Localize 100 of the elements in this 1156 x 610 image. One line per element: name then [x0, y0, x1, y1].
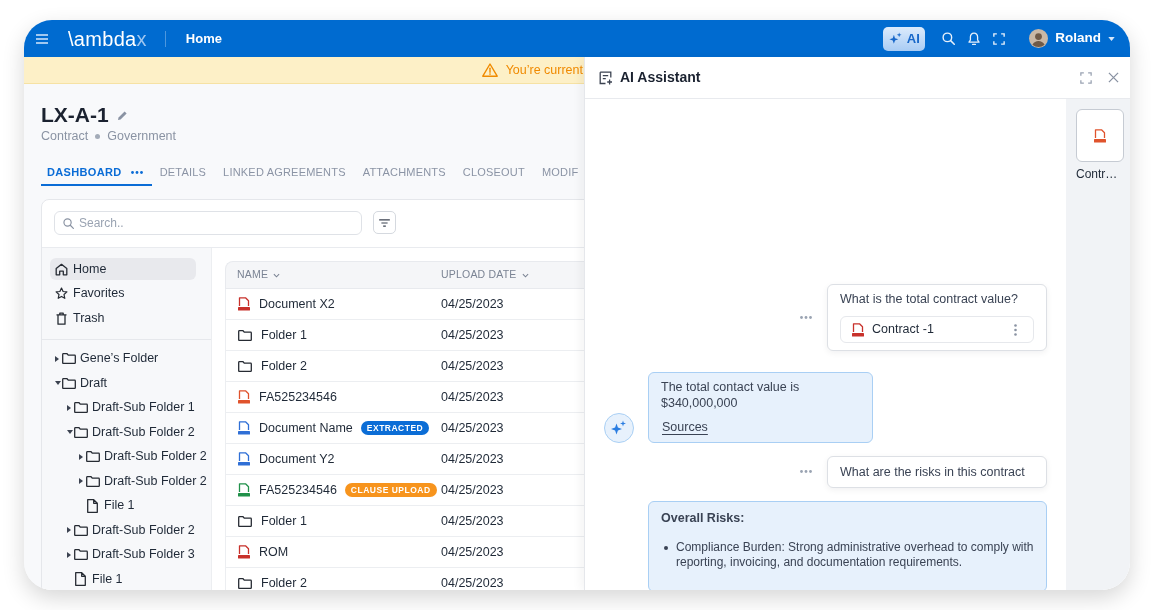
pencil-icon[interactable]: [116, 109, 128, 121]
bell-icon[interactable]: [968, 31, 981, 46]
upload-date: 04/25/2023: [441, 359, 504, 373]
user-menu[interactable]: Roland: [1029, 28, 1115, 49]
file-icon: [87, 498, 98, 513]
file-name[interactable]: Document Name: [259, 421, 353, 435]
tree-item[interactable]: File 1: [42, 567, 211, 590]
tree-item[interactable]: Gene’s Folder: [42, 346, 211, 371]
caret-right-icon[interactable]: [55, 355, 59, 362]
caret-down-icon[interactable]: [55, 381, 61, 386]
caret-right-icon[interactable]: [79, 453, 83, 460]
more-icon[interactable]: [800, 470, 812, 473]
search-icon[interactable]: [942, 32, 956, 45]
dot-icon: [95, 133, 101, 139]
status-tag: EXTRACTED: [360, 420, 430, 436]
kebab-icon[interactable]: [1014, 323, 1017, 336]
answer-text: Compliance Burden: Strong administrative overhead to comply with reporting, invoicing, and documentation requirements.: [676, 539, 1034, 571]
upload-date: 04/25/2023: [441, 297, 504, 311]
chevron-down-icon: [521, 272, 529, 278]
ai-button[interactable]: AI: [883, 26, 926, 51]
document-icon: [238, 483, 250, 497]
file-name[interactable]: Document X2: [259, 297, 335, 311]
file-name[interactable]: FA525234546: [259, 483, 337, 497]
folder-icon: [238, 515, 252, 527]
caret-right-icon[interactable]: [67, 527, 71, 534]
file-icon: [75, 572, 86, 587]
folder-icon: [86, 475, 100, 487]
file-name: Contr…: [1076, 167, 1119, 181]
caret-down-icon[interactable]: [67, 430, 73, 435]
folder-icon: [62, 377, 76, 389]
sidebar-item[interactable]: Trash: [50, 307, 196, 329]
tree-item[interactable]: Draft: [42, 371, 211, 396]
attachment-chip[interactable]: Contract -1: [840, 316, 1034, 343]
sidebar-item[interactable]: Favorites: [50, 282, 196, 305]
file-card[interactable]: [1076, 109, 1124, 162]
attachment-name: Contract -1: [872, 322, 934, 337]
folder-icon: [238, 329, 252, 341]
folder-icon: [74, 402, 88, 414]
chevron-down-icon: [273, 272, 281, 278]
more-icon[interactable]: [800, 316, 812, 319]
upload-date: 04/25/2023: [441, 483, 504, 497]
banner-text: You’re current: [505, 62, 584, 78]
menu-icon[interactable]: [36, 33, 48, 44]
folder-icon: [238, 360, 252, 372]
avatar-icon: [1029, 29, 1049, 48]
file-name[interactable]: Folder 1: [261, 328, 307, 342]
question-text: What are the risks in this contract: [840, 463, 1026, 480]
caret-right-icon[interactable]: [67, 551, 71, 558]
search-field[interactable]: Search..: [54, 211, 362, 235]
document-icon: [1094, 128, 1106, 143]
folder-icon: [74, 524, 88, 536]
sidebar-item[interactable]: Home: [50, 258, 196, 280]
upload-date: 04/25/2023: [441, 452, 504, 466]
tree-item[interactable]: Draft-Sub Folder 2: [42, 420, 211, 445]
tree-item[interactable]: Draft-Sub Folder 2: [42, 469, 211, 494]
upload-date: 04/25/2023: [441, 328, 504, 342]
column-header[interactable]: UPLOAD DATE: [430, 262, 529, 288]
folder-icon: [238, 577, 252, 589]
question-text: What is the total contract value?: [840, 291, 1019, 307]
upload-date: 04/25/2023: [441, 390, 504, 404]
folder-icon: [86, 451, 100, 463]
caret-down-icon: [1108, 36, 1115, 41]
upload-date: 04/25/2023: [441, 545, 504, 559]
filter-icon: [379, 218, 390, 227]
file-name[interactable]: Folder 2: [261, 359, 307, 373]
tree-item[interactable]: File 1: [42, 493, 211, 518]
file-name[interactable]: ROM: [259, 545, 289, 559]
tree-item[interactable]: Draft-Sub Folder 2: [42, 444, 211, 469]
upload-date: 04/25/2023: [441, 514, 504, 528]
folder-icon: [74, 549, 88, 561]
document-icon: [238, 545, 250, 559]
search-icon: [63, 218, 74, 229]
filter-button[interactable]: [373, 211, 396, 234]
document-icon: [238, 390, 250, 404]
more-icon[interactable]: [130, 170, 143, 174]
list-plus-icon[interactable]: [599, 70, 613, 85]
document-icon: [238, 452, 250, 466]
file-name[interactable]: Folder 1: [261, 514, 307, 528]
document-icon: [238, 297, 250, 311]
page-title: Home: [185, 30, 222, 47]
file-name[interactable]: FA525234546: [259, 390, 337, 404]
document-icon: [238, 421, 250, 435]
logo: \ambdax: [68, 27, 147, 50]
caret-right-icon[interactable]: [79, 478, 83, 485]
document-icon: [852, 322, 864, 337]
tree-item[interactable]: Draft-Sub Folder 1: [42, 395, 211, 420]
panel-title: AI Assistant: [620, 69, 701, 86]
answer-heading: Overall Risks:: [661, 509, 746, 526]
column-header[interactable]: NAME: [226, 262, 430, 288]
trash-icon: [55, 311, 68, 325]
close-icon[interactable]: [1108, 72, 1119, 83]
file-name[interactable]: Folder 2: [261, 576, 307, 590]
file-name[interactable]: Document Y2: [259, 452, 335, 466]
folder-icon: [74, 426, 88, 438]
tree-item[interactable]: Draft-Sub Folder 2: [42, 518, 211, 543]
star-icon: [55, 287, 68, 300]
caret-right-icon[interactable]: [67, 404, 71, 411]
tree-item[interactable]: Draft-Sub Folder 3: [42, 542, 211, 567]
tab[interactable]: DASHBOARD: [41, 160, 152, 186]
sources-link[interactable]: Sources: [662, 419, 708, 435]
